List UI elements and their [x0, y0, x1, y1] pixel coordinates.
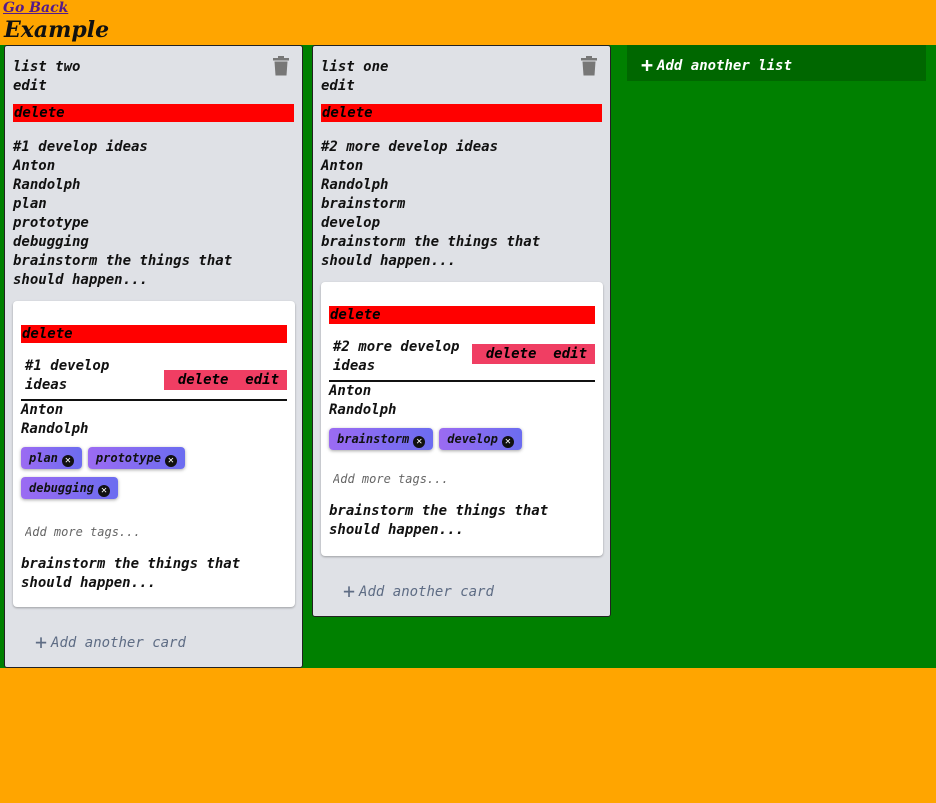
card-line: Anton — [329, 383, 372, 399]
remove-tag-icon[interactable]: ✕ — [501, 436, 514, 448]
tag-label: brainstorm — [337, 432, 410, 446]
tag-label: debugging — [29, 481, 95, 495]
card-description: brainstorm the things that should happen… — [21, 556, 241, 591]
list-edit-link[interactable]: edit — [13, 77, 294, 96]
list-line: prototype — [13, 215, 89, 231]
tag-label: plan — [29, 451, 58, 465]
add-card-button[interactable]: + Add another card — [343, 579, 494, 603]
list-line: Anton — [321, 158, 364, 174]
list-line: #1 develop ideas — [13, 139, 148, 155]
card-title: #1 develop ideas — [25, 358, 110, 393]
list-line: plan — [13, 196, 47, 212]
card-header: delete edit #1 develop ideas — [21, 355, 287, 401]
card-delete-bar[interactable]: delete — [21, 325, 287, 343]
plus-icon: + — [343, 579, 356, 603]
add-card-button[interactable]: + Add another card — [35, 630, 186, 654]
list-line: brainstorm the things that should happen… — [13, 253, 241, 288]
card-actions: delete edit — [163, 370, 287, 390]
list-title: list two — [13, 59, 81, 75]
list-delete-button[interactable]: delete — [13, 104, 294, 122]
card-delete-button[interactable]: delete — [178, 372, 229, 388]
plus-icon: + — [35, 630, 48, 654]
tag: prototype ✕ — [87, 447, 185, 469]
list-body: delete #2 more develop ideas Anton Rando… — [313, 104, 610, 271]
list-title: list one — [321, 59, 389, 75]
tag-label: develop — [447, 432, 498, 446]
board-title: Example — [4, 17, 110, 43]
tag-label: prototype — [95, 451, 161, 465]
list-line: brainstorm the things that should happen… — [321, 234, 549, 269]
add-list-label: Add another list — [657, 58, 792, 74]
list-body: delete #1 develop ideas Anton Randolph p… — [5, 104, 302, 290]
trash-icon[interactable] — [272, 56, 290, 76]
list-line: Randolph — [321, 177, 389, 193]
remove-tag-icon[interactable]: ✕ — [164, 455, 177, 467]
tag: brainstorm ✕ — [329, 428, 434, 450]
list-header: list one edit — [313, 46, 610, 96]
card-header: delete edit #2 more develop ideas — [329, 336, 595, 382]
go-back-link[interactable]: Go Back — [3, 0, 68, 16]
list-line: Randolph — [13, 177, 81, 193]
add-tags-input[interactable] — [329, 466, 557, 492]
card-line: Anton — [21, 402, 64, 418]
card-line: Randolph — [21, 421, 89, 437]
card-delete-button[interactable]: delete — [486, 346, 537, 362]
remove-tag-icon[interactable]: ✕ — [413, 436, 426, 448]
plus-icon: + — [641, 53, 654, 77]
list-two: list two edit delete #1 develop ideas An… — [4, 45, 303, 668]
list-delete-button[interactable]: delete — [321, 104, 602, 122]
card-description: brainstorm the things that should happen… — [329, 503, 549, 538]
add-list-button[interactable]: + Add another list — [627, 45, 926, 81]
card-title: #2 more develop ideas — [333, 339, 460, 374]
card-edit-button[interactable]: edit — [553, 346, 587, 362]
card-actions: delete edit — [471, 344, 595, 364]
list-line: brainstorm — [321, 196, 406, 212]
card-edit-button[interactable]: edit — [245, 372, 279, 388]
tag: debugging ✕ — [21, 477, 119, 499]
list-line: #2 more develop ideas — [321, 139, 499, 155]
list-line: Anton — [13, 158, 56, 174]
card[interactable]: delete delete edit #1 develop ideas Anto… — [13, 301, 295, 607]
board: list two edit delete #1 develop ideas An… — [0, 45, 936, 668]
card[interactable]: delete delete edit #2 more develop ideas… — [321, 282, 603, 556]
add-tags-input[interactable] — [21, 519, 249, 545]
trash-icon[interactable] — [580, 56, 598, 76]
add-card-label: Add another card — [51, 635, 186, 651]
list-one: list one edit delete #2 more develop ide… — [312, 45, 611, 617]
remove-tag-icon[interactable]: ✕ — [98, 485, 111, 497]
list-line: develop — [321, 215, 381, 231]
card-line: Randolph — [329, 402, 397, 418]
card-delete-bar[interactable]: delete — [329, 306, 595, 324]
list-edit-link[interactable]: edit — [321, 77, 602, 96]
list-header: list two edit — [5, 46, 302, 96]
tag: plan ✕ — [21, 447, 82, 469]
tag-list: plan ✕ prototype ✕ debugging ✕ — [21, 447, 287, 507]
list-line: debugging — [13, 234, 89, 250]
tag-list: brainstorm ✕ develop ✕ — [329, 428, 595, 458]
tag: develop ✕ — [439, 428, 522, 450]
remove-tag-icon[interactable]: ✕ — [61, 455, 74, 467]
add-card-label: Add another card — [359, 584, 494, 600]
